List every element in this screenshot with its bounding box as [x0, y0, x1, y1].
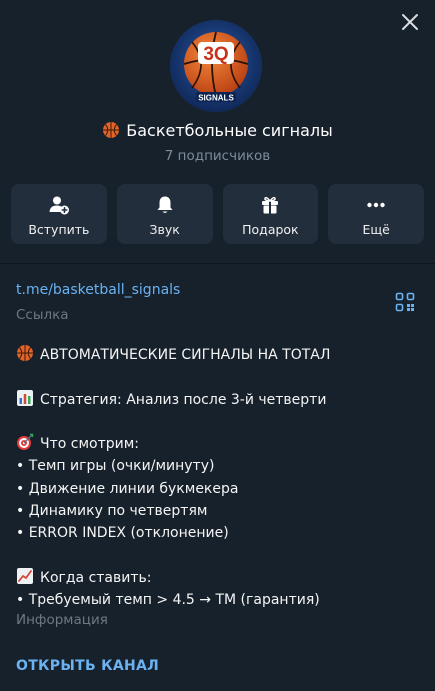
close-button[interactable]	[399, 11, 421, 33]
more-button-label: Ещё	[362, 221, 390, 237]
avatar-logo-subtext: SIGNALS	[198, 94, 234, 103]
description-blank	[16, 545, 421, 567]
description-line: • Темп игры (очки/минуту)	[16, 458, 215, 475]
channel-info: t.me/basketball_signals Ссылка АВТОМАТИЧ…	[0, 264, 435, 691]
basketball-logo: 3Q SIGNALS	[170, 20, 262, 112]
description-line: • Движение линии букмекера	[16, 480, 239, 497]
description-blank	[16, 366, 421, 388]
bar-chart-icon	[17, 389, 33, 406]
add-user-icon	[49, 196, 69, 214]
link-caption: Ссылка	[16, 307, 69, 323]
description-blank	[16, 411, 421, 433]
description-line: • Динамику по четвертям	[16, 503, 208, 520]
channel-description: АВТОМАТИЧЕСКИЕ СИГНАЛЫ НА ТОТАЛ Стратеги…	[16, 344, 421, 612]
avatar-logo-text: 3Q	[203, 44, 228, 65]
gift-button[interactable]: Подарок	[222, 184, 319, 244]
description-text: Что смотрим:	[40, 436, 140, 453]
target-icon	[17, 433, 34, 451]
sound-button[interactable]: Звук	[116, 184, 213, 244]
description-text: АВТОМАТИЧЕСКИЕ СИГНАЛЫ НА ТОТАЛ	[40, 347, 331, 363]
qr-code-button[interactable]	[395, 292, 415, 312]
more-icon	[367, 202, 385, 207]
bell-icon	[157, 196, 173, 213]
description-text: Когда ставить:	[40, 569, 152, 586]
gift-button-label: Подарок	[242, 221, 299, 237]
basketball-icon	[103, 122, 120, 138]
description-line: Стратегия: Анализ после 3-й четверти	[16, 389, 421, 411]
join-button-label: Вступить	[28, 221, 90, 237]
sound-button-label: Звук	[149, 221, 180, 237]
chart-increasing-icon	[17, 567, 33, 584]
action-bar: Вступить Звук Подарок Ещё	[11, 184, 424, 244]
open-channel-button[interactable]: ОТКРЫТЬ КАНАЛ	[16, 658, 159, 674]
gift-icon	[262, 196, 279, 213]
qr-code-icon	[395, 292, 415, 312]
description-caption: Информация	[16, 612, 108, 628]
basketball-icon	[17, 345, 33, 361]
description-line: Что смотрим:	[16, 433, 421, 455]
channel-title-text: Баскетбольные сигналы	[126, 121, 333, 140]
description-text: Стратегия: Анализ после 3-й четверти	[40, 391, 327, 408]
description-line: • ERROR INDEX (отклонение)	[16, 525, 229, 542]
channel-title: Баскетбольные сигналы	[0, 120, 435, 142]
description-line: • Требуемый темп > 4.5 → ТМ (гарантия)	[16, 592, 320, 609]
join-button[interactable]: Вступить	[11, 184, 107, 244]
subscriber-count: 7 подписчиков	[164, 148, 271, 164]
description-line: Когда ставить:	[16, 567, 421, 589]
channel-header: 3Q SIGNALS Баскетбольные сигналы 7 подпи…	[0, 0, 435, 264]
close-icon[interactable]	[399, 11, 421, 33]
more-button[interactable]: Ещё	[328, 184, 424, 244]
channel-avatar[interactable]: 3Q SIGNALS	[170, 20, 262, 112]
description-line: АВТОМАТИЧЕСКИЕ СИГНАЛЫ НА ТОТАЛ	[16, 344, 421, 366]
channel-link[interactable]: t.me/basketball_signals	[16, 282, 180, 298]
